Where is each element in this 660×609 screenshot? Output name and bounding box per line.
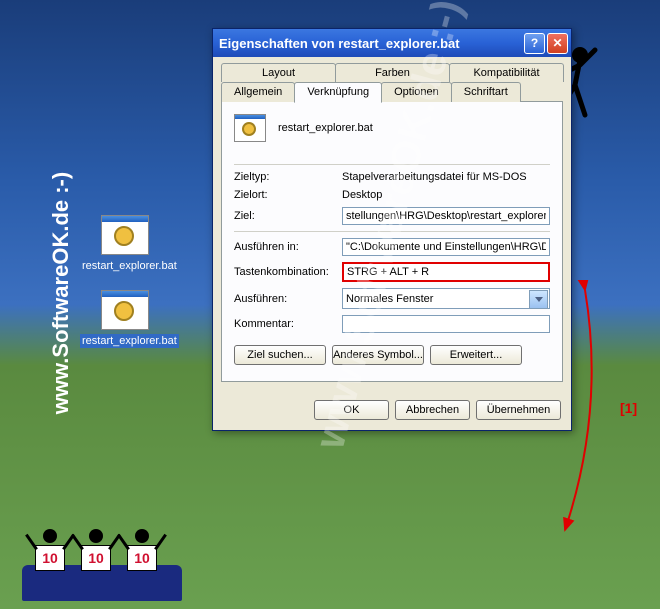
titlebar[interactable]: Eigenschaften von restart_explorer.bat ?…: [213, 29, 571, 57]
tab-layout[interactable]: Layout: [221, 63, 336, 82]
tab-optionen[interactable]: Optionen: [381, 82, 452, 102]
zielort-label: Zielort:: [234, 189, 342, 201]
help-button[interactable]: ?: [524, 33, 545, 54]
kommentar-input[interactable]: [342, 315, 550, 333]
judges: 10 10 10: [30, 529, 162, 591]
close-button[interactable]: ✕: [547, 33, 568, 54]
file-name: restart_explorer.bat: [278, 122, 373, 134]
bat-file-icon: [101, 290, 149, 330]
ziel-input[interactable]: [342, 207, 550, 225]
zielort-value: Desktop: [342, 189, 550, 201]
desktop-icon-label: restart_explorer.bat: [80, 334, 179, 348]
tab-content: restart_explorer.bat Zieltyp: Stapelvera…: [221, 101, 563, 382]
ausfuehren-in-label: Ausführen in:: [234, 241, 342, 253]
zieltyp-value: Stapelverarbeitungsdatei für MS-DOS: [342, 171, 550, 183]
ausfuehren-label: Ausführen:: [234, 293, 342, 305]
annotation-label: [1]: [620, 400, 637, 416]
tab-verknuepfung[interactable]: Verknüpfung: [294, 82, 382, 103]
tab-farben[interactable]: Farben: [335, 63, 450, 82]
abbrechen-button[interactable]: Abbrechen: [395, 400, 470, 420]
desktop-icon-2[interactable]: restart_explorer.bat: [80, 290, 170, 348]
tab-allgemein[interactable]: Allgemein: [221, 82, 295, 102]
ziel-label: Ziel:: [234, 210, 342, 222]
tab-kompatibilitaet[interactable]: Kompatibilität: [449, 63, 564, 82]
ok-button[interactable]: OK: [314, 400, 389, 420]
tab-schriftart[interactable]: Schriftart: [451, 82, 521, 102]
anderes-symbol-button[interactable]: Anderes Symbol...: [332, 345, 424, 365]
desktop-icon-1[interactable]: restart_explorer.bat: [80, 215, 170, 273]
ziel-suchen-button[interactable]: Ziel suchen...: [234, 345, 326, 365]
desktop-icon-label: restart_explorer.bat: [80, 259, 179, 273]
zieltyp-label: Zieltyp:: [234, 171, 342, 183]
uebernehmen-button[interactable]: Übernehmen: [476, 400, 561, 420]
tastenkombination-input[interactable]: [342, 262, 550, 282]
watermark-left: www.SoftwareOK.de :-): [48, 172, 74, 414]
ausfuehren-in-input[interactable]: [342, 238, 550, 256]
properties-dialog: Eigenschaften von restart_explorer.bat ?…: [212, 28, 572, 431]
dialog-title: Eigenschaften von restart_explorer.bat: [219, 36, 522, 51]
file-type-icon: [234, 114, 266, 142]
kommentar-label: Kommentar:: [234, 318, 342, 330]
tastenkombination-label: Tastenkombination:: [234, 266, 342, 278]
erweitert-button[interactable]: Erweitert...: [430, 345, 522, 365]
bat-file-icon: [101, 215, 149, 255]
ausfuehren-select[interactable]: Normales Fenster: [342, 288, 550, 309]
